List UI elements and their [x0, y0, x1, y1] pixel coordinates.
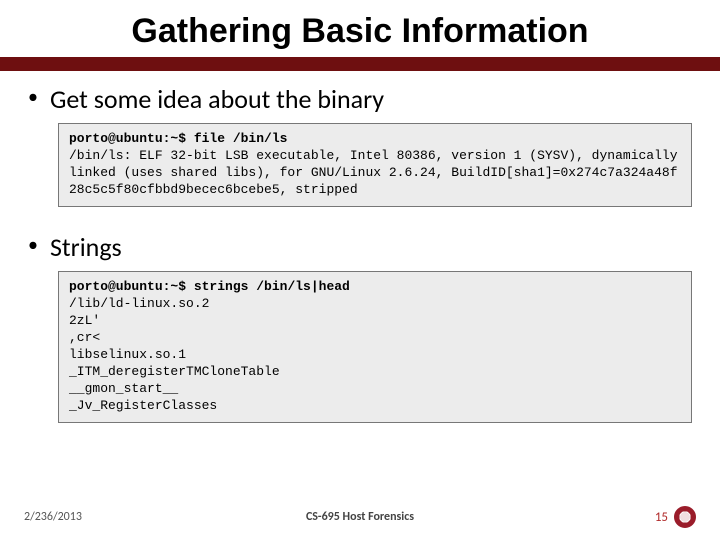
footer-course: CS-695 Host Forensics [306, 510, 414, 524]
slide: Gathering Basic Information • Get some i… [0, 0, 720, 540]
command: file /bin/ls [194, 131, 288, 146]
code-output: /lib/ld-linux.so.2 2zL' ,cr< libselinux.… [69, 296, 280, 413]
code-output: /bin/ls: ELF 32-bit LSB executable, Inte… [69, 148, 685, 197]
prompt: porto@ubuntu:~$ [69, 279, 194, 294]
page-number: 15 [655, 510, 668, 525]
prompt: porto@ubuntu:~$ [69, 131, 194, 146]
code-block-file: porto@ubuntu:~$ file /bin/ls /bin/ls: EL… [58, 123, 692, 207]
footer: 2/236/2013 CS-695 Host Forensics 15 [0, 506, 720, 528]
title-bar [0, 57, 720, 71]
code-block-strings: porto@ubuntu:~$ strings /bin/ls|head /li… [58, 271, 692, 423]
bullet-text: Get some idea about the binary [50, 83, 384, 115]
bullet-text: Strings [50, 231, 122, 263]
footer-date: 2/236/2013 [24, 510, 82, 524]
footer-right: 15 [655, 506, 696, 528]
bullet-2: • Strings [28, 231, 692, 263]
bullet-dot: • [28, 83, 38, 111]
bullet-dot: • [28, 231, 38, 259]
command: strings /bin/ls|head [194, 279, 350, 294]
slide-title: Gathering Basic Information [0, 0, 720, 57]
content-area: • Get some idea about the binary porto@u… [0, 71, 720, 423]
bullet-1: • Get some idea about the binary [28, 83, 692, 115]
seal-icon [674, 506, 696, 528]
